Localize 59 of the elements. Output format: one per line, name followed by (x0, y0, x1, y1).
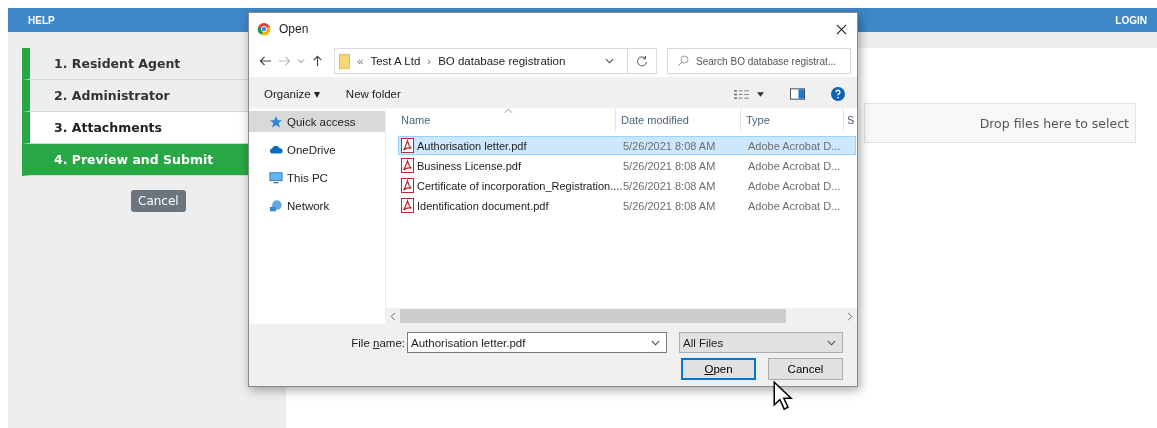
column-header[interactable]: Name (386, 108, 616, 132)
monitor-icon (269, 170, 283, 185)
step-tab[interactable]: 2. Administrator (22, 80, 248, 112)
breadcrumb-item[interactable]: « (357, 55, 364, 67)
nav-item[interactable]: This PC (249, 167, 385, 188)
file-row[interactable]: Certificate of incorporation_Registration....5/26/2021 8:08 AM Adobe Acrobat D... (398, 176, 856, 195)
file-name-field[interactable]: Authorisation letter.pdf (407, 332, 667, 353)
pdf-file-icon (401, 138, 414, 153)
up-arrow-icon[interactable] (311, 55, 324, 67)
network-icon (269, 198, 283, 213)
browser-icon (257, 22, 271, 36)
nav-item[interactable]: Quick access (249, 111, 385, 132)
back-arrow-icon[interactable] (259, 55, 272, 67)
step-tab[interactable]: 1. Resident Agent (22, 48, 248, 80)
file-name-label: File name: (351, 336, 405, 349)
chevron-down-icon (827, 339, 836, 346)
breadcrumb-item[interactable]: BO database registration (438, 55, 566, 67)
nav-item[interactable]: Network (249, 195, 385, 216)
scroll-left-icon[interactable] (390, 311, 396, 321)
login-link[interactable]: LOGIN (1115, 14, 1147, 26)
column-header[interactable]: Type (741, 108, 844, 132)
chevron-down-icon[interactable] (605, 58, 614, 64)
search-field[interactable]: Search BO database registrat... (667, 48, 851, 74)
preview-pane-icon[interactable] (790, 88, 805, 100)
refresh-icon[interactable] (636, 55, 648, 67)
address-bar[interactable]: « Test A Ltd › BO database registration (334, 48, 657, 74)
cancel-button[interactable]: Cancel (768, 358, 843, 380)
search-icon (677, 55, 689, 67)
drop-zone[interactable]: Drop files here to select (864, 103, 1136, 143)
breadcrumb-item[interactable]: Test A Ltd (370, 55, 421, 67)
view-options-icon[interactable] (734, 88, 749, 100)
file-row[interactable]: Identification document.pdf 5/26/2021 8:08 AM Adobe Acrobat D... (398, 196, 856, 215)
help-icon[interactable] (831, 87, 845, 101)
pdf-file-icon (401, 198, 414, 213)
toolbar-button[interactable]: New folder (345, 88, 401, 100)
file-type-dropdown[interactable]: All Files (679, 332, 843, 353)
step-tab[interactable]: 3. Attachments (22, 112, 248, 144)
caret-icon[interactable] (757, 91, 764, 97)
cancel-button[interactable]: Cancel (131, 190, 186, 212)
breadcrumb-item[interactable]: › (427, 55, 432, 67)
column-header[interactable]: S (844, 108, 854, 132)
mouse-cursor-icon (773, 381, 793, 411)
open-button[interactable]: Open (681, 358, 756, 380)
dialog-title: Open (279, 22, 309, 36)
folder-icon (339, 53, 350, 69)
file-row[interactable]: Business License.pdf 5/26/2021 8:08 AM Adobe Acrobat D... (398, 156, 856, 175)
scroll-right-icon[interactable] (847, 311, 853, 321)
pdf-file-icon (401, 158, 414, 173)
star-icon (269, 114, 283, 129)
sort-caret-icon (504, 108, 513, 114)
nav-item[interactable]: OneDrive (249, 139, 385, 160)
horizontal-scrollbar[interactable] (386, 308, 857, 324)
toolbar-button[interactable]: Organize ▾ (264, 87, 320, 101)
pdf-file-icon (401, 178, 414, 193)
column-header[interactable]: Date modified (616, 108, 741, 132)
close-icon[interactable] (836, 23, 847, 35)
file-row[interactable]: Authorisation letter.pdf 5/26/2021 8:08 AM Adobe Acrobat D... (398, 136, 856, 155)
help-link[interactable]: HELP (28, 14, 55, 26)
chevron-down-icon (651, 339, 660, 346)
